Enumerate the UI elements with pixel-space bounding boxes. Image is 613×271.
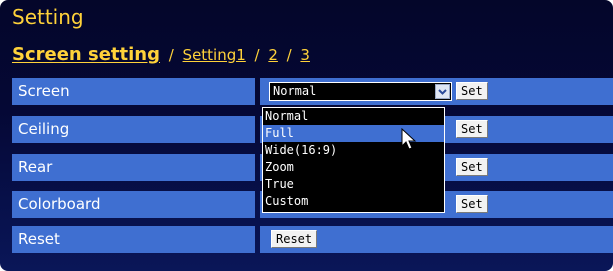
screen-select-value: Normal	[273, 84, 317, 98]
chevron-down-icon[interactable]	[435, 84, 450, 99]
breadcrumb-link-3[interactable]: 3	[300, 46, 310, 64]
page-title: Setting	[12, 5, 84, 29]
breadcrumb-current: Screen setting	[12, 44, 161, 65]
breadcrumb: Screen setting / Setting1 / 2 / 3	[12, 44, 310, 66]
row-label-reset: Reset	[12, 226, 255, 253]
breadcrumb-separator: /	[168, 46, 174, 64]
set-button-rear[interactable]: Set	[456, 158, 488, 176]
breadcrumb-link-2[interactable]: 2	[268, 46, 278, 64]
set-button-screen[interactable]: Set	[456, 82, 488, 100]
row-label-colorboard: Colorboard	[12, 191, 255, 218]
dropdown-option-true[interactable]: True	[263, 176, 444, 193]
set-button-colorboard[interactable]: Set	[456, 195, 488, 213]
set-button-ceiling[interactable]: Set	[456, 120, 488, 138]
dropdown-option-custom[interactable]: Custom	[263, 193, 444, 210]
dropdown-option-normal[interactable]: Normal	[263, 108, 444, 125]
settings-panel: Setting Screen setting / Setting1 / 2 / …	[0, 0, 613, 271]
breadcrumb-link-setting1[interactable]: Setting1	[183, 46, 246, 64]
row-value-screen: Normal Set	[260, 78, 613, 105]
breadcrumb-separator: /	[254, 46, 260, 64]
screen-select[interactable]: Normal	[269, 82, 452, 101]
breadcrumb-separator: /	[286, 46, 292, 64]
reset-button[interactable]: Reset	[271, 230, 318, 248]
setting-row-screen: Screen Normal Set	[12, 78, 613, 105]
row-label-rear: Rear	[12, 154, 255, 181]
mouse-pointer-icon	[401, 127, 417, 156]
setting-row-reset: Reset Reset	[12, 226, 613, 253]
row-label-ceiling: Ceiling	[12, 116, 255, 143]
row-label-screen: Screen	[12, 78, 255, 105]
screen-select-dropdown: Normal Full Wide(16:9) Zoom True Custom	[262, 107, 445, 213]
dropdown-option-zoom[interactable]: Zoom	[263, 159, 444, 176]
row-value-reset: Reset	[260, 226, 613, 253]
